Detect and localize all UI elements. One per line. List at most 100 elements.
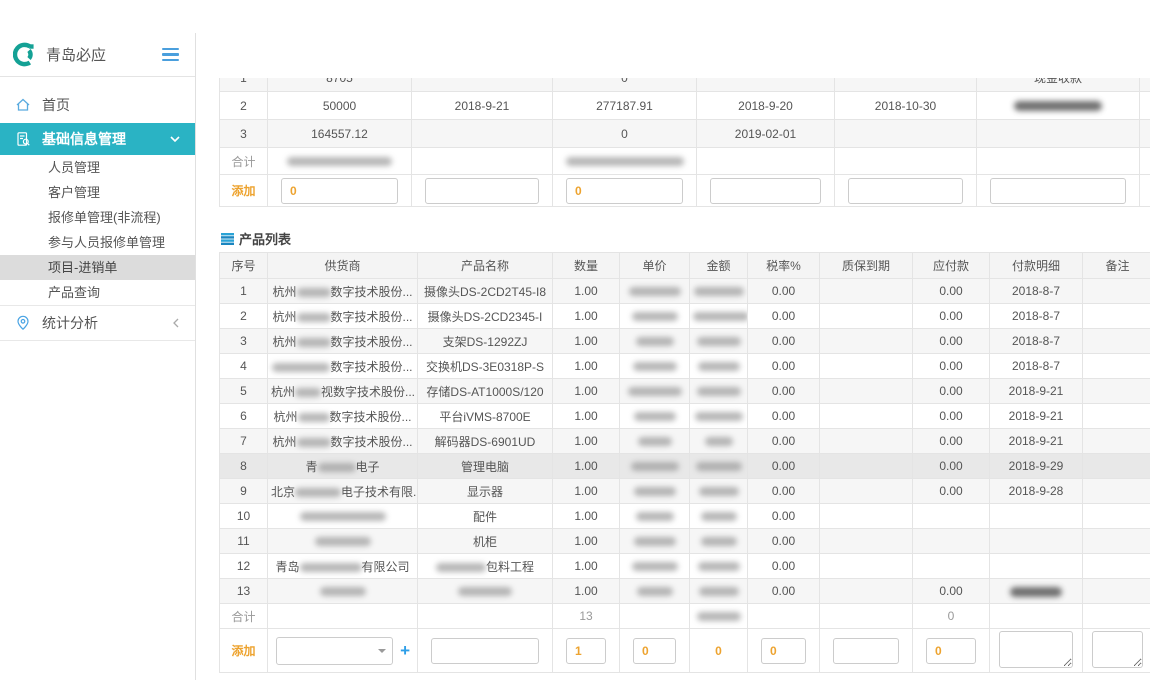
header-row: 序号供货商产品名称数量单价金额税率%质保到期应付款付款明细备注	[220, 253, 1150, 279]
quantity-input[interactable]	[566, 638, 606, 664]
cell	[1083, 354, 1150, 379]
cell: 解码器DS-6901UD	[418, 429, 553, 454]
payment-add-input-5[interactable]	[848, 178, 963, 204]
cell: 包料工程	[418, 554, 553, 579]
cell: 0.00	[913, 579, 990, 604]
redacted-blur	[458, 587, 512, 596]
cell	[620, 329, 690, 354]
cell: 支架DS-1292ZJ	[418, 329, 553, 354]
cell: 摄像头DS-2CD2T45-I8	[418, 279, 553, 304]
sidebar-item-统计分析[interactable]: 统计分析	[0, 305, 195, 341]
sidebar: 青岛必应 首页基础信息管理人员管理客户管理报修单管理(非流程)参与人员报修单管理…	[0, 33, 196, 680]
table-row[interactable]: 11机柜1.000.00	[220, 529, 1150, 554]
table-row-selected[interactable]: 8青电子管理电脑1.000.000.002018-9-29	[220, 454, 1150, 479]
cell	[620, 629, 690, 673]
cell: 杭州数字技术股份...	[268, 329, 418, 354]
cell	[913, 529, 990, 554]
cell	[620, 579, 690, 604]
product-table-container: 序号供货商产品名称数量单价金额税率%质保到期应付款付款明细备注1杭州数字技术股份…	[219, 252, 1150, 680]
cell: 0.00	[913, 429, 990, 454]
cell	[820, 504, 913, 529]
cell: 0.00	[748, 504, 820, 529]
doc-search-icon	[15, 131, 31, 147]
table-row[interactable]: 12青岛有限公司包料工程1.000.00	[220, 554, 1150, 579]
cell: 2018-8-7	[990, 304, 1083, 329]
table-row[interactable]: 9北京电子技术有限...显示器1.000.000.002018-9-28	[220, 479, 1150, 504]
table-row[interactable]: 10配件1.000.00	[220, 504, 1150, 529]
table-row[interactable]: 3杭州数字技术股份...支架DS-1292ZJ1.000.000.002018-…	[220, 329, 1150, 354]
cell	[620, 529, 690, 554]
sidebar-subitem-报修单管理(非流程)[interactable]: 报修单管理(非流程)	[0, 205, 195, 230]
table-row[interactable]: 131.000.000.00	[220, 579, 1150, 604]
sidebar-item-基础信息管理[interactable]: 基础信息管理	[0, 123, 195, 155]
cell	[990, 529, 1083, 554]
cell	[1083, 629, 1150, 673]
sidebar-subitem-客户管理[interactable]: 客户管理	[0, 180, 195, 205]
payment-add-input-3[interactable]	[566, 178, 683, 204]
cell	[820, 429, 913, 454]
cell	[835, 78, 977, 92]
cell	[820, 354, 913, 379]
cell: 1.00	[553, 554, 620, 579]
redacted-blur	[634, 537, 676, 546]
redacted-blur	[637, 587, 673, 596]
redacted-blur	[297, 438, 331, 447]
table-row[interactable]: 1杭州数字技术股份...摄像头DS-2CD2T45-I81.000.000.00…	[220, 279, 1150, 304]
payment-add-input-1[interactable]	[281, 178, 398, 204]
sidebar-subitem-产品查询[interactable]: 产品查询	[0, 280, 195, 305]
cell: 0.00	[913, 279, 990, 304]
sidebar-subitem-项目-进销单[interactable]: 项目-进销单	[0, 255, 195, 280]
payment-add-input-6[interactable]	[990, 178, 1126, 204]
cell: 0	[690, 629, 748, 673]
product-name-input[interactable]	[431, 638, 539, 664]
cell	[1083, 304, 1150, 329]
cell: 164557.12	[268, 120, 412, 148]
redacted-blur	[636, 512, 674, 521]
sidebar-item-首页[interactable]: 首页	[0, 86, 195, 123]
add-row: 添加	[220, 175, 1150, 207]
table-row[interactable]: 2500002018-9-21277187.912018-9-202018-10…	[220, 92, 1150, 120]
cell	[835, 175, 977, 207]
cell: 0.00	[748, 454, 820, 479]
redacted-blur	[631, 462, 679, 471]
cell	[1140, 175, 1150, 207]
table-row[interactable]: 7杭州数字技术股份...解码器DS-6901UD1.000.000.002018…	[220, 429, 1150, 454]
cell: 277187.91	[553, 92, 697, 120]
cell: 0.00	[748, 279, 820, 304]
cell: 管理电脑	[418, 454, 553, 479]
cell	[820, 379, 913, 404]
table-row[interactable]: 6杭州数字技术股份...平台iVMS-8700E1.000.000.002018…	[220, 404, 1150, 429]
sidebar-subitem-人员管理[interactable]: 人员管理	[0, 155, 195, 180]
remark-textarea[interactable]	[1092, 631, 1143, 668]
payment-add-input-2[interactable]	[425, 178, 539, 204]
tax-rate-input[interactable]	[761, 638, 806, 664]
table-row[interactable]: 4数字技术股份...交换机DS-3E0318P-S1.000.000.00201…	[220, 354, 1150, 379]
payment-detail-textarea[interactable]	[999, 631, 1073, 668]
table-row[interactable]: 5杭州视数字技术股份...存储DS-AT1000S/1201.000.000.0…	[220, 379, 1150, 404]
sidebar-subitem-参与人员报修单管理[interactable]: 参与人员报修单管理	[0, 230, 195, 255]
table-row[interactable]: 2杭州数字技术股份...摄像头DS-2CD2345-I1.000.000.002…	[220, 304, 1150, 329]
warranty-date-input[interactable]	[833, 638, 899, 664]
unit-price-input[interactable]	[633, 638, 676, 664]
table-row[interactable]: 3164557.1202019-02-01	[220, 120, 1150, 148]
cell: 0.00	[913, 479, 990, 504]
cell: 0.00	[748, 529, 820, 554]
cell	[1083, 404, 1150, 429]
cell: 1.00	[553, 579, 620, 604]
cell: 5	[220, 379, 268, 404]
hamburger-menu-icon[interactable]	[159, 45, 182, 65]
payable-input[interactable]	[926, 638, 976, 664]
redacted-blur	[698, 362, 740, 371]
payment-add-input-4[interactable]	[710, 178, 821, 204]
sidebar-item-label: 首页	[42, 95, 180, 115]
add-supplier-button[interactable]: +	[398, 642, 412, 659]
redacted-blur	[697, 337, 741, 346]
column-header: 质保到期	[820, 253, 913, 279]
cell	[690, 604, 748, 629]
table-row[interactable]: 187050现金收款	[220, 78, 1150, 92]
cell	[620, 304, 690, 329]
supplier-select[interactable]	[276, 637, 393, 665]
redacted-blur	[297, 288, 331, 297]
cell: 0.00	[913, 304, 990, 329]
cell: 6	[220, 404, 268, 429]
